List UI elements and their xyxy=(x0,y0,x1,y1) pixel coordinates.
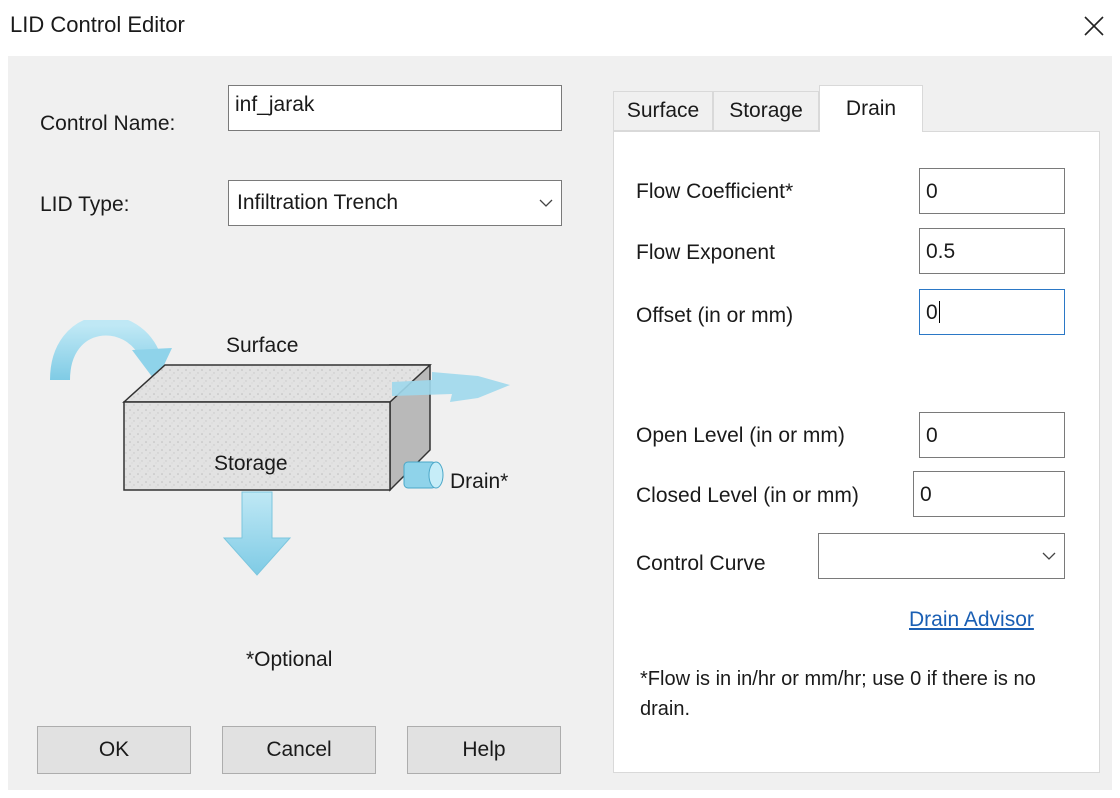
control-curve-select[interactable] xyxy=(818,533,1065,579)
storage-box-top xyxy=(122,364,432,403)
ok-button[interactable]: OK xyxy=(37,726,191,774)
chevron-down-icon xyxy=(539,199,553,207)
lid-type-label: LID Type: xyxy=(40,193,130,216)
flow-units-note: *Flow is in in/hr or mm/hr; use 0 if the… xyxy=(640,668,1036,720)
text-caret xyxy=(938,301,940,323)
lid-type-select[interactable]: Infiltration Trench xyxy=(228,180,562,226)
offset-label: Offset (in or mm) xyxy=(636,304,794,327)
offset-value: 0 xyxy=(926,300,938,324)
storage-box-front xyxy=(123,401,391,491)
drain-advisor-link[interactable]: Drain Advisor xyxy=(909,608,1034,632)
lid-type-value: Infiltration Trench xyxy=(237,191,399,214)
open-level-input[interactable]: 0 xyxy=(919,412,1065,458)
tab-storage[interactable]: Storage xyxy=(713,91,819,131)
lid-diagram: Surface Storage Drain* xyxy=(50,320,510,576)
infiltration-arrow-icon xyxy=(222,491,292,576)
tab-surface[interactable]: Surface xyxy=(613,91,713,131)
flow-coefficient-label: Flow Coefficient* xyxy=(636,180,794,203)
open-level-label: Open Level (in or mm) xyxy=(636,424,845,447)
flow-exponent-label: Flow Exponent xyxy=(636,241,775,264)
close-icon[interactable] xyxy=(1076,8,1112,44)
control-name-label: Control Name: xyxy=(40,112,176,135)
flow-coefficient-input[interactable]: 0 xyxy=(919,168,1065,214)
diagram-surface-label: Surface xyxy=(226,334,298,357)
control-name-input[interactable]: inf_jarak xyxy=(228,85,562,131)
diagram-storage-label: Storage xyxy=(214,452,288,475)
tab-drain[interactable]: Drain xyxy=(819,85,923,132)
title-bar: LID Control Editor xyxy=(0,0,1120,56)
chevron-down-icon xyxy=(1042,552,1056,560)
flow-exponent-input[interactable]: 0.5 xyxy=(919,228,1065,274)
closed-level-input[interactable]: 0 xyxy=(913,471,1065,517)
diagram-drain-label: Drain* xyxy=(450,470,508,493)
optional-note: *Optional xyxy=(246,648,333,671)
offset-input[interactable]: 0 xyxy=(919,289,1065,335)
drain-pipe-icon xyxy=(403,461,444,489)
cancel-button[interactable]: Cancel xyxy=(222,726,376,774)
help-button[interactable]: Help xyxy=(407,726,561,774)
window-title: LID Control Editor xyxy=(10,12,185,37)
closed-level-label: Closed Level (in or mm) xyxy=(636,484,859,507)
control-curve-label: Control Curve xyxy=(636,552,766,575)
